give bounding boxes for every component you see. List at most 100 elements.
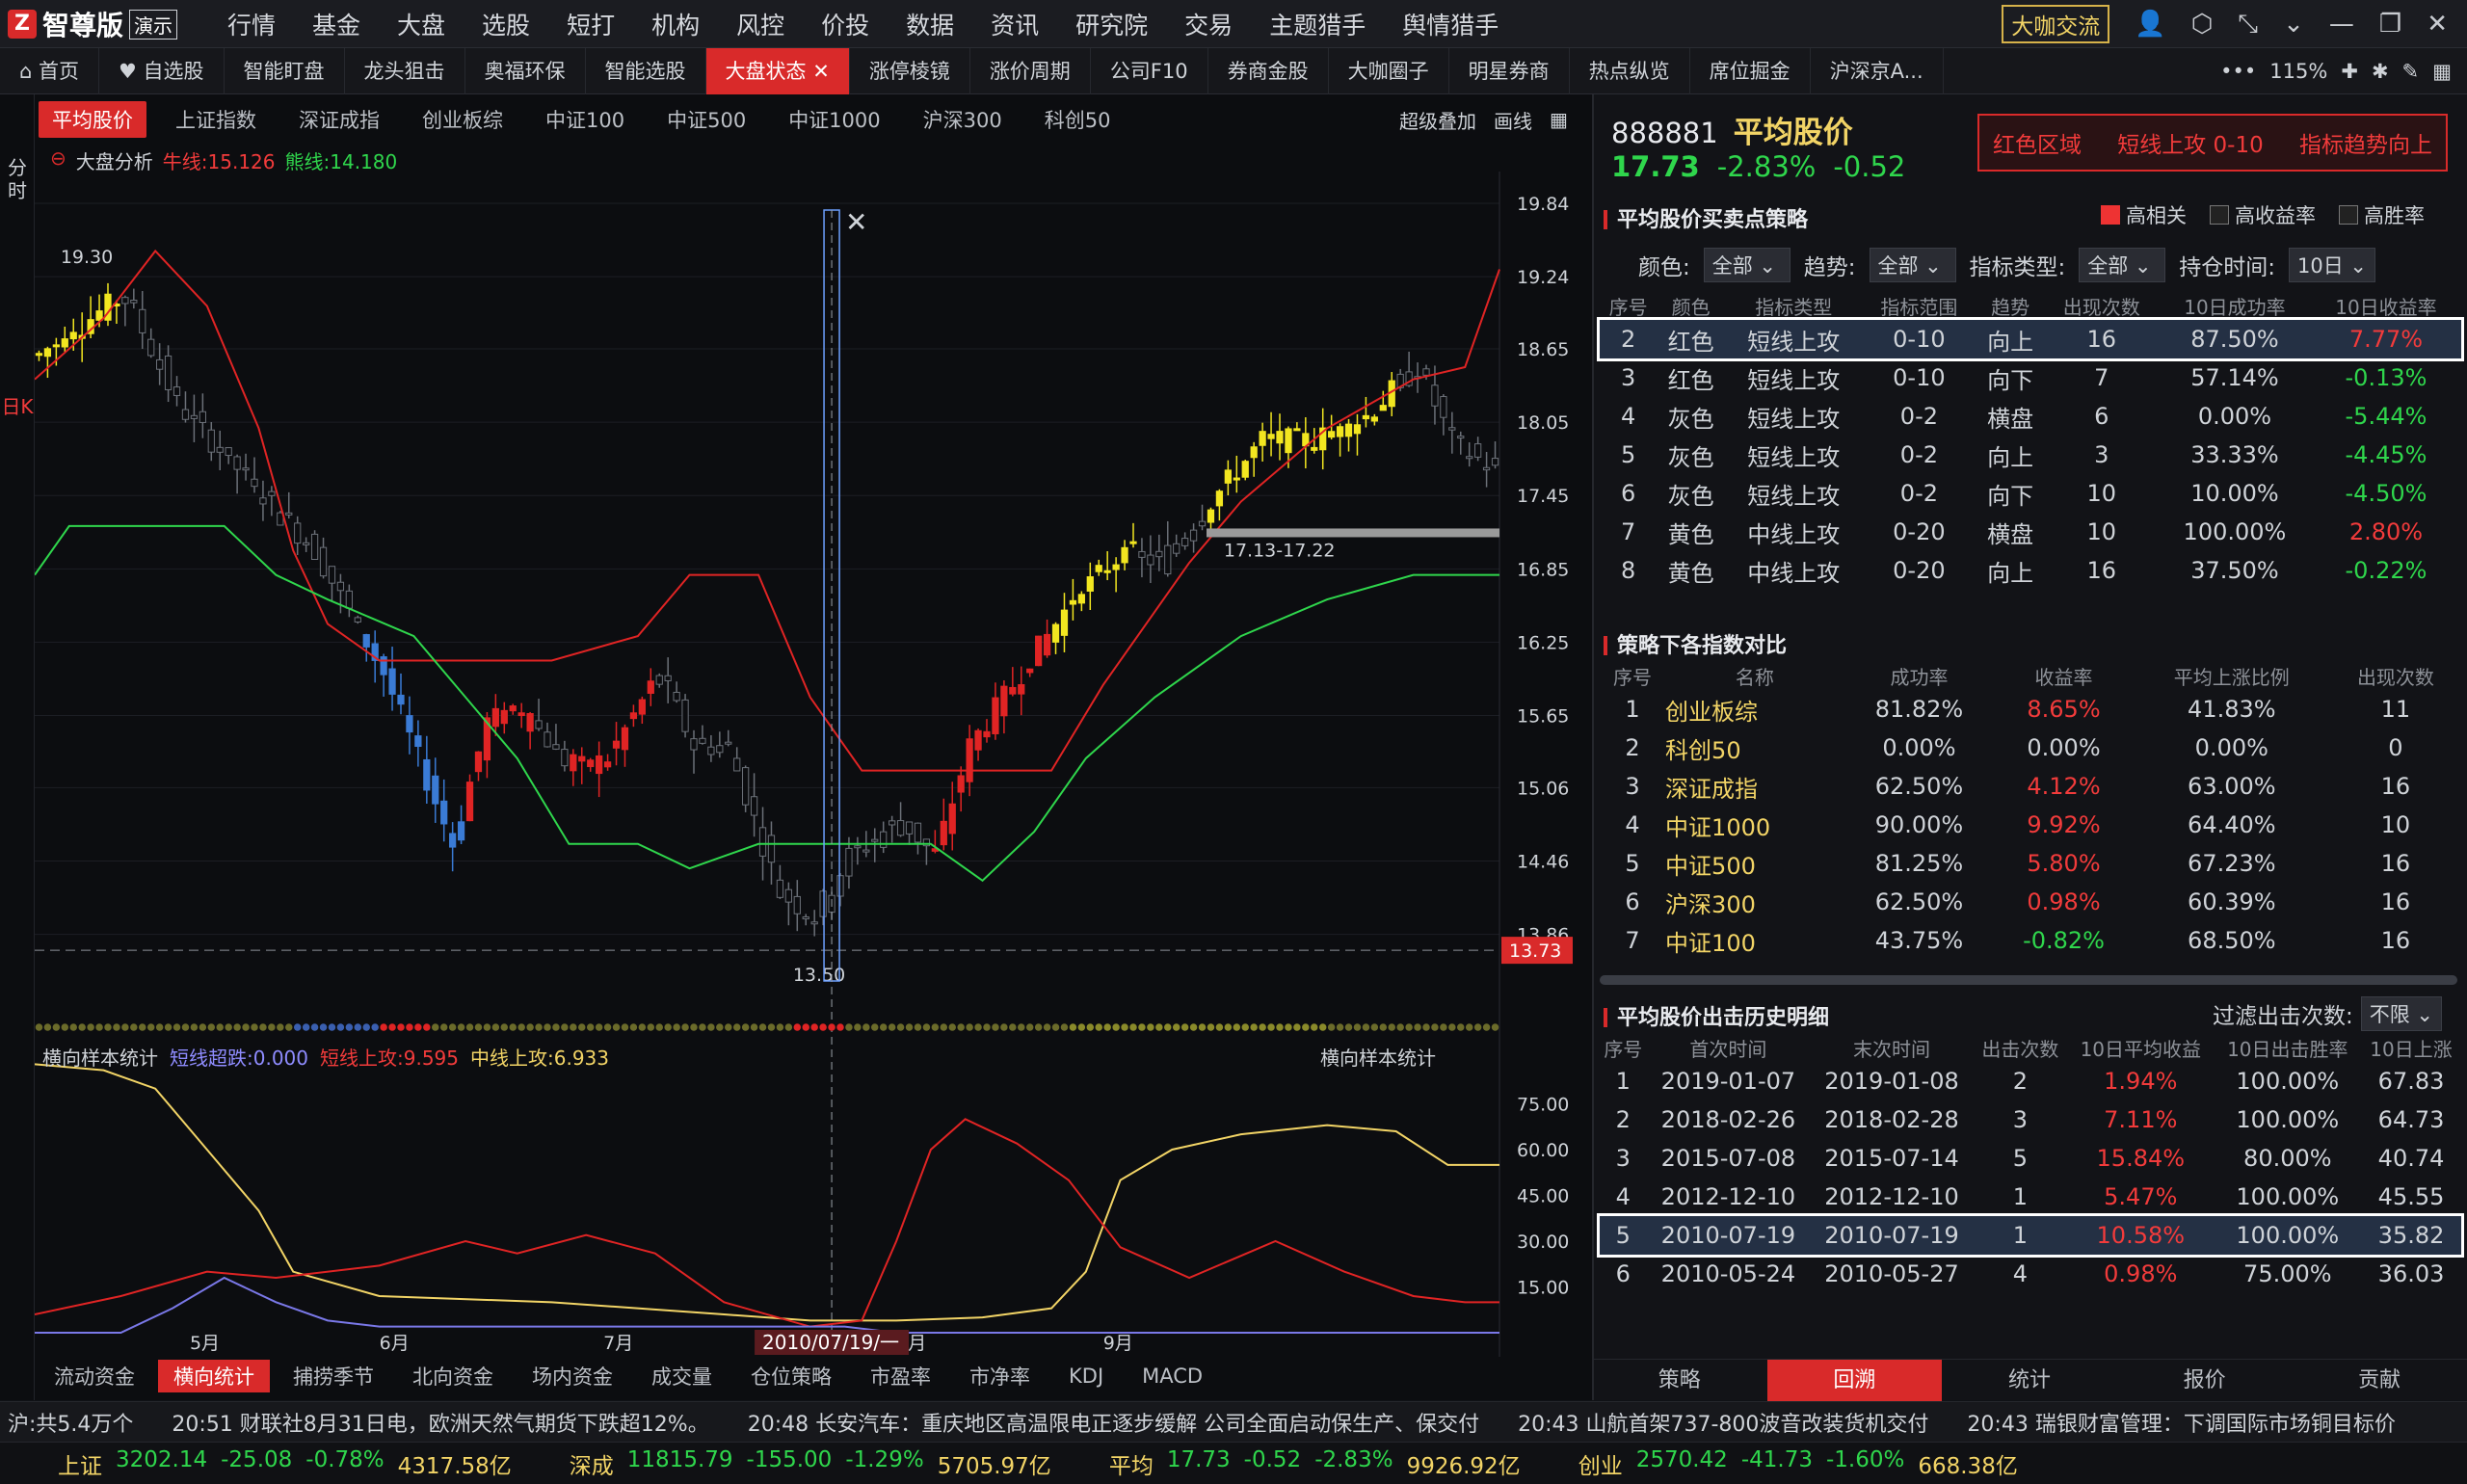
tab-10[interactable]: 券商金股 [1208, 48, 1329, 94]
more-icon[interactable]: ••• [2220, 60, 2256, 83]
table-row[interactable]: 2 红色 短线上攻 0-10 向上 16 87.50% 7.77% [1597, 317, 2464, 361]
table-row[interactable]: 1 创业板综 81.82% 8.65% 41.83% 11 [1600, 690, 2461, 729]
filter-select[interactable]: 全部 ⌄ [2079, 248, 2166, 282]
menu-item[interactable]: 研究院 [1075, 7, 1148, 41]
table-row[interactable]: 4 灰色 短线上攻 0-2 横盘 6 0.00% -5.44% [1600, 397, 2461, 436]
news-item[interactable]: 20:48 长安汽车：重庆地区高温限电正逐步缓解 公司全面启动保生产、保交付 [748, 1407, 1479, 1438]
gear-icon[interactable]: ✱ [2372, 60, 2389, 83]
tab-12[interactable]: 明星券商 [1449, 48, 1570, 94]
index-tab[interactable]: 科创50 [1031, 101, 1125, 138]
status-2[interactable]: 平均 17.73 -0.52 -2.83% 9926.92亿 [1109, 1447, 1521, 1480]
table-row[interactable]: 5 2010-07-19 2010-07-19 1 10.58% 100.00% 35.82 [1597, 1213, 2464, 1258]
menu-item[interactable]: 行情 [227, 7, 276, 41]
index-tab[interactable]: 中证100 [532, 101, 638, 138]
tab-close-icon[interactable]: ✕ [807, 60, 830, 83]
status-3[interactable]: 创业 2570.42 -41.73 -1.60% 668.38亿 [1578, 1447, 2018, 1480]
checkbox-icon[interactable] [2339, 205, 2358, 225]
indicator-tab[interactable]: KDJ [1053, 1363, 1119, 1390]
tab-9[interactable]: 公司F10 [1091, 48, 1208, 94]
menu-item[interactable]: 交易 [1184, 7, 1233, 41]
tab-15[interactable]: 沪深京A... [1811, 48, 1944, 94]
menu-item[interactable]: 舆情猎手 [1402, 7, 1499, 41]
index-tab[interactable]: 沪深300 [910, 101, 1016, 138]
filter-select[interactable]: 10日 ⌄ [2289, 248, 2376, 282]
tab-8[interactable]: 涨价周期 [970, 48, 1091, 94]
tab-2[interactable]: 智能盯盘 [225, 48, 345, 94]
table-row[interactable]: 7 中证100 43.75% -0.82% 68.50% 16 [1600, 921, 2461, 960]
table-row[interactable]: 3 深证成指 62.50% 4.12% 63.00% 16 [1600, 767, 2461, 806]
tab-14[interactable]: 席位掘金 [1690, 48, 1811, 94]
status-1[interactable]: 深成 11815.79 -155.00 -1.29% 5705.97亿 [570, 1447, 1051, 1480]
tab-5[interactable]: 智能选股 [586, 48, 706, 94]
filter-check[interactable]: 高胜率 [2339, 200, 2425, 229]
tab-11[interactable]: 大咖圈子 [1329, 48, 1449, 94]
daily-k-toggle[interactable]: 日K [0, 395, 35, 418]
menu-item[interactable]: 数据 [906, 7, 954, 41]
table-row[interactable]: 6 沪深300 62.50% 0.98% 60.39% 16 [1600, 883, 2461, 921]
indicator-tab[interactable]: 市盈率 [855, 1360, 946, 1392]
table-row[interactable]: 7 黄色 中线上攻 0-20 横盘 10 100.00% 2.80% [1600, 513, 2461, 551]
indicator-tab[interactable]: 北向资金 [397, 1360, 509, 1392]
indicator-tab[interactable]: MACD [1127, 1363, 1218, 1390]
filter-select[interactable]: 全部 ⌄ [1869, 248, 1956, 282]
filter-check[interactable]: 高收益率 [2210, 200, 2316, 229]
index-tab[interactable]: 上证指数 [162, 101, 270, 138]
signal-alarm[interactable]: 红色区域 短线上攻 0-10 指标趋势向上 [1977, 114, 2448, 172]
minimize-icon[interactable]: — [2329, 10, 2354, 39]
table-row[interactable]: 2 科创50 0.00% 0.00% 0.00% 0 [1600, 729, 2461, 767]
tab-1[interactable]: ♥ 自选股 [99, 48, 225, 94]
right-tab[interactable]: 回溯 [1766, 1360, 1943, 1401]
status-0[interactable]: 上证 3202.14 -25.08 -0.78% 4317.58亿 [58, 1447, 512, 1480]
grid-icon[interactable]: ▦ [2432, 60, 2452, 83]
shrink-icon[interactable]: ⤡ [2238, 10, 2258, 40]
menu-item[interactable]: 选股 [482, 7, 530, 41]
tab-6[interactable]: 大盘状态 ✕ [705, 48, 850, 94]
indicator-tab[interactable]: 捕捞季节 [278, 1360, 389, 1392]
index-tab[interactable]: 深证成指 [285, 101, 393, 138]
draw-button[interactable]: 画线 [1494, 106, 1532, 134]
user-icon[interactable]: 👤 [2135, 10, 2165, 39]
checkbox-icon[interactable] [2210, 205, 2229, 225]
collapse-icon[interactable]: ⊖ [50, 146, 66, 174]
index-tab[interactable]: 平均股价 [39, 101, 146, 138]
table-row[interactable]: 2 2018-02-26 2018-02-28 3 7.11% 100.00% 64.73 [1600, 1100, 2461, 1139]
filter-select[interactable]: 全部 ⌄ [1703, 248, 1791, 282]
menu-item[interactable]: 机构 [651, 7, 700, 41]
checkbox-icon[interactable] [2101, 205, 2120, 225]
news-item[interactable]: 沪:共5.4万个 [8, 1407, 133, 1438]
intraday-toggle[interactable]: 分时 [0, 156, 35, 202]
close-icon[interactable]: ✕ [2427, 10, 2448, 39]
filter-check[interactable]: 高相关 [2101, 200, 2187, 229]
index-tab[interactable]: 中证500 [653, 101, 759, 138]
tab-13[interactable]: 热点纵览 [1570, 48, 1690, 94]
dropdown-icon[interactable]: ⌄ [2283, 10, 2304, 39]
plus-icon[interactable]: ✚ [2341, 60, 2358, 83]
news-item[interactable]: 20:43 瑞银财富管理：下调国际市场铜目标价 [1967, 1407, 2395, 1438]
layout-icon[interactable]: ▦ [1550, 108, 1568, 131]
news-item[interactable]: 20:43 山航首架737-800波音改装货机交付 [1518, 1407, 1928, 1438]
table-row[interactable]: 3 红色 短线上攻 0-10 向下 7 57.14% -0.13% [1600, 358, 2461, 397]
menu-item[interactable]: 价投 [821, 7, 869, 41]
menu-item[interactable]: 基金 [312, 7, 360, 41]
close-crosshair-icon[interactable]: ✕ [845, 206, 867, 238]
table-row[interactable]: 6 灰色 短线上攻 0-2 向下 10 10.00% -4.50% [1600, 474, 2461, 513]
menu-item[interactable]: 短打 [567, 7, 615, 41]
compare-scrollbar[interactable] [1600, 975, 2457, 985]
table-row[interactable]: 6 2010-05-24 2010-05-27 4 0.98% 75.00% 36.03 [1600, 1255, 2461, 1293]
tab-4[interactable]: 奥福环保 [465, 48, 586, 94]
indicator-tab[interactable]: 仓位策略 [735, 1360, 847, 1392]
menu-item[interactable]: 主题猎手 [1269, 7, 1366, 41]
table-row[interactable]: 5 灰色 短线上攻 0-2 向上 3 33.33% -4.45% [1600, 436, 2461, 474]
daka-button[interactable]: 大咖交流 [2002, 5, 2110, 43]
table-row[interactable]: 8 黄色 中线上攻 0-20 向上 16 37.50% -0.22% [1600, 551, 2461, 590]
table-row[interactable]: 5 中证500 81.25% 5.80% 67.23% 16 [1600, 844, 2461, 883]
right-tab[interactable]: 统计 [1942, 1360, 2117, 1401]
indicator-tab[interactable]: 场内资金 [517, 1360, 628, 1392]
menu-item[interactable]: 资讯 [991, 7, 1039, 41]
indicator-tab[interactable]: 成交量 [636, 1360, 728, 1392]
overlay-button[interactable]: 超级叠加 [1399, 106, 1476, 134]
indicator-tab[interactable]: 横向统计 [158, 1360, 270, 1392]
tab-7[interactable]: 涨停棱镜 [850, 48, 970, 94]
right-tab[interactable]: 报价 [2117, 1360, 2293, 1401]
pen-icon[interactable]: ✎ [2402, 60, 2420, 83]
